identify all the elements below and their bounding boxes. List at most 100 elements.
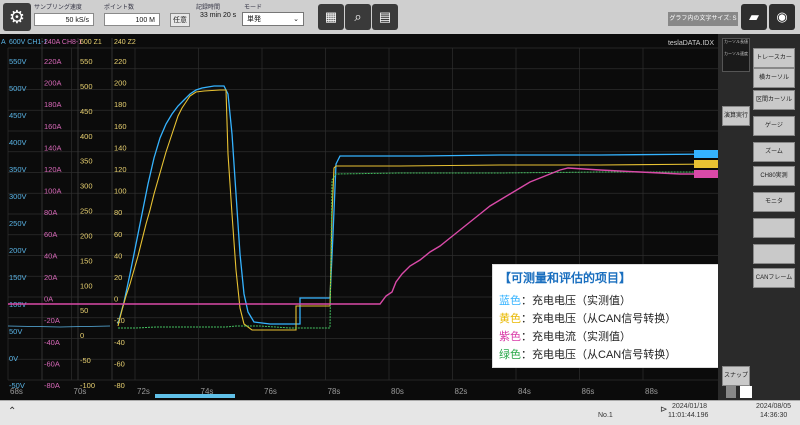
volt-tick-label: 400V bbox=[9, 138, 27, 147]
sidebar-button[interactable]: ゲージ bbox=[753, 116, 795, 136]
cursor-icon[interactable]: ▦ bbox=[318, 4, 344, 30]
clock-time: 14:36:30 bbox=[760, 412, 788, 419]
x-tick-label: 84s bbox=[518, 387, 531, 396]
yellow-trace-tag bbox=[694, 160, 718, 168]
z2-tick-label: 0 bbox=[114, 295, 118, 304]
z2-tick-label: 20 bbox=[114, 273, 122, 282]
chevron-down-icon: ⌄ bbox=[293, 16, 299, 23]
sampling-rate-field[interactable]: 50 kS/s bbox=[34, 13, 94, 26]
sidebar-button[interactable]: トレースカーソル bbox=[753, 48, 795, 80]
record-number: No.1 bbox=[598, 412, 613, 419]
volt-tick-label: 550V bbox=[9, 57, 27, 66]
screenshot-icon[interactable]: ◉ bbox=[769, 4, 795, 30]
trigger-icon: ⊳ bbox=[660, 404, 668, 414]
amp-tick-label: 40A bbox=[44, 251, 57, 260]
record-time-value: 33 min 20 s bbox=[200, 12, 237, 19]
amp-tick-label: 20A bbox=[44, 273, 57, 282]
clipboard-icon[interactable]: ▤ bbox=[372, 4, 398, 30]
z2-tick-label: 220 bbox=[114, 57, 127, 66]
amp-tick-label: 100A bbox=[44, 187, 62, 196]
z1-tick-label: 550 bbox=[80, 57, 93, 66]
amp-tick-label: -80A bbox=[44, 381, 60, 390]
points-label: ポイント数 bbox=[104, 5, 135, 11]
magenta-trace-tag bbox=[694, 170, 718, 178]
z2-tick-label: -60 bbox=[114, 359, 125, 368]
volt-tick-label: 200V bbox=[9, 246, 27, 255]
z2-tick-label: 180 bbox=[114, 100, 127, 109]
file-name-label: teslaDATA.IDX bbox=[667, 40, 714, 47]
sidebar-button[interactable]: ズーム bbox=[753, 142, 795, 162]
sampling-rate-label: サンプリング速度 bbox=[34, 5, 82, 11]
z1-tick-label: 400 bbox=[80, 132, 93, 141]
z2-tick-label: -80 bbox=[114, 381, 125, 390]
z2-tick-label: 40 bbox=[114, 251, 122, 260]
volt-tick-label: 50V bbox=[9, 327, 22, 336]
amp-tick-label: -20A bbox=[44, 316, 60, 325]
font-size-button[interactable]: グラフ内の文字サイズ: S bbox=[668, 12, 738, 26]
legend-item-green: 绿色：充电电压（从CAN信号转换） bbox=[499, 349, 677, 361]
amp-tick-label: -60A bbox=[44, 359, 60, 368]
sidebar-button[interactable] bbox=[753, 244, 795, 264]
z2-tick-label: 80 bbox=[114, 208, 122, 217]
amp-tick-label: 60A bbox=[44, 230, 57, 239]
cursor-speed-label: カーソル速度 bbox=[724, 51, 748, 56]
z1-tick-label: 0 bbox=[80, 331, 84, 340]
axis-header: 240A CH8-1 bbox=[44, 39, 82, 46]
sidebar-button[interactable] bbox=[753, 218, 795, 238]
sidebar-button[interactable]: 横カーソル bbox=[753, 68, 795, 88]
z1-tick-label: 450 bbox=[80, 107, 93, 116]
amp-tick-label: 220A bbox=[44, 57, 62, 66]
trace-tags bbox=[694, 150, 718, 178]
axis-header: 600 Z1 bbox=[80, 39, 102, 46]
volt-tick-label: 450V bbox=[9, 111, 27, 120]
amp-tick-label: 80A bbox=[44, 208, 57, 217]
x-tick-label: 88s bbox=[645, 387, 658, 396]
cursor-value-panel: カーソル長値 カーソル速度 bbox=[722, 38, 750, 72]
z1-tick-label: 300 bbox=[80, 182, 93, 191]
z1-tick-label: -100 bbox=[80, 381, 95, 390]
snap-button[interactable]: スナップ bbox=[722, 366, 750, 386]
sidebar-button[interactable]: 区間カーソル bbox=[753, 90, 795, 110]
z2-tick-label: 60 bbox=[114, 230, 122, 239]
top-toolbar: ⚙ サンプリング速度 50 kS/s ポイント数 100 M 任意 記録時間 3… bbox=[0, 0, 800, 35]
legend-title: 【可测量和评估的项目】 bbox=[499, 271, 632, 285]
lock-icon[interactable] bbox=[726, 386, 736, 398]
x-tick-label: 80s bbox=[391, 387, 404, 396]
minimize-icon[interactable] bbox=[740, 386, 752, 398]
z1-tick-label: 350 bbox=[80, 157, 93, 166]
x-tick-label: 76s bbox=[264, 387, 277, 396]
sidebar-button[interactable]: CH80実測 bbox=[753, 166, 795, 186]
volt-tick-label: -50V bbox=[9, 381, 25, 390]
trigger-time: 11:01:44.196 bbox=[668, 412, 709, 419]
sidebar-button[interactable]: モニタ bbox=[753, 192, 795, 212]
any-button[interactable]: 任意 bbox=[170, 13, 190, 27]
settings-gear-icon[interactable]: ⚙ bbox=[3, 3, 31, 31]
axis-header: 600V CH1-1 bbox=[9, 39, 48, 46]
clock-date: 2024/08/05 bbox=[756, 403, 792, 410]
mode-label: モード bbox=[244, 5, 263, 11]
sidebar-button[interactable]: CANフレーム bbox=[753, 268, 795, 288]
z1-tick-label: 100 bbox=[80, 281, 93, 290]
z1-tick-label: 500 bbox=[80, 82, 93, 91]
baseline-trace bbox=[7, 325, 111, 328]
folder-icon[interactable]: ▰ bbox=[741, 4, 767, 30]
legend-item-blue: 蓝色：充电电压（实测值） bbox=[499, 295, 631, 307]
volt-tick-label: 500V bbox=[9, 84, 27, 93]
trigger-date: 2024/01/18 bbox=[672, 403, 708, 410]
z2-tick-label: 140 bbox=[114, 143, 127, 152]
right-sidebar bbox=[718, 34, 800, 400]
amp-tick-label: 140A bbox=[44, 143, 62, 152]
x-tick-label: 72s bbox=[137, 387, 150, 396]
calc-execute-button[interactable]: 演算実行 bbox=[722, 106, 750, 126]
status-bar: ⌃ No.1 ⊳ 2024/01/18 11:01:44.196 2024/08… bbox=[0, 400, 800, 425]
volt-tick-label: 150V bbox=[9, 273, 27, 282]
z1-tick-label: 50 bbox=[80, 306, 88, 315]
z1-tick-label: 150 bbox=[80, 256, 93, 265]
x-tick-label: 78s bbox=[328, 387, 341, 396]
chevron-up-icon[interactable]: ⌃ bbox=[8, 406, 16, 417]
points-field[interactable]: 100 M bbox=[104, 13, 160, 26]
search-icon[interactable]: ⌕ bbox=[345, 4, 371, 30]
legend-item-yellow: 黄色：充电电压（从CAN信号转换） bbox=[499, 313, 677, 325]
mode-select[interactable]: 単発 ⌄ bbox=[242, 12, 304, 26]
amp-tick-label: 120A bbox=[44, 165, 62, 174]
